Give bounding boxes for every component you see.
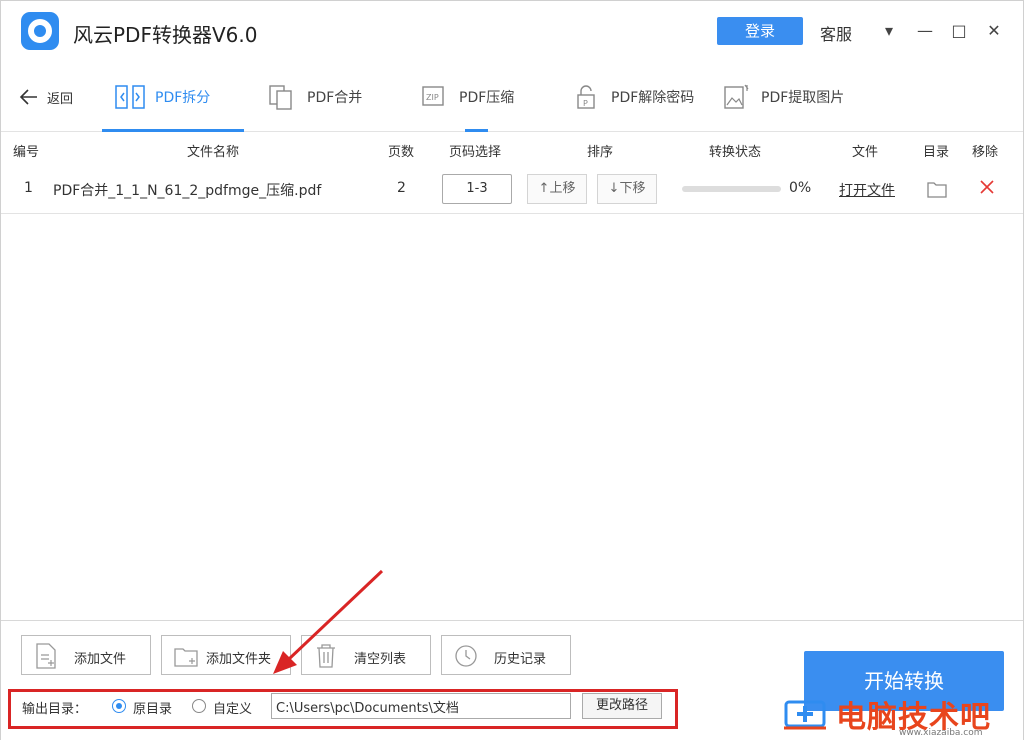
menu-dropdown-icon[interactable]: ▾	[879, 19, 899, 43]
add-folder-label: 添加文件夹	[206, 652, 272, 667]
col-page-range: 页码选择	[449, 145, 502, 160]
login-button[interactable]: 登录	[717, 17, 803, 45]
remove-icon[interactable]	[979, 179, 995, 195]
conversion-progress-bar	[682, 186, 781, 192]
title-bar: 风云PDF转换器V6.0 登录 客服 ▾ — □ ✕	[1, 1, 1023, 62]
app-title: 风云PDF转换器V6.0	[73, 23, 258, 47]
tab-label: PDF压缩	[459, 90, 515, 106]
trash-icon	[317, 644, 335, 668]
clear-list-button[interactable]: 清空列表	[301, 635, 431, 675]
arrow-left-icon	[19, 89, 37, 105]
col-remove: 移除	[972, 145, 999, 160]
radio-custom-directory[interactable]	[192, 699, 206, 713]
col-file: 文件	[852, 145, 879, 160]
open-file-link[interactable]: 打开文件	[839, 180, 895, 200]
move-down-button[interactable]: ↓下移	[597, 174, 657, 204]
tab-pdf-unlock[interactable]: P PDF解除密码	[571, 62, 694, 132]
unlock-icon: P	[577, 85, 595, 109]
tab-pdf-compress[interactable]: ZIP PDF压缩	[419, 62, 514, 132]
add-folder-icon	[174, 648, 198, 667]
add-file-label: 添加文件	[74, 652, 127, 667]
tab-label: PDF拆分	[155, 90, 211, 106]
tab-label: PDF合并	[307, 90, 363, 106]
table-row: 1 PDF合并_1_1_N_61_2_pdfmge_压缩.pdf 2 1-3 ↑…	[1, 164, 1023, 214]
output-path-input[interactable]	[271, 693, 571, 719]
tab-pdf-merge[interactable]: PDF合并	[267, 62, 362, 132]
radio-custom-label: 自定义	[213, 702, 253, 717]
zip-icon: ZIP	[422, 86, 444, 106]
col-index: 编号	[13, 145, 40, 160]
add-folder-button[interactable]: 添加文件夹	[161, 635, 291, 675]
output-directory-label: 输出目录：	[22, 702, 88, 717]
col-file-name: 文件名称	[187, 145, 240, 160]
image-icon	[724, 84, 749, 109]
add-file-button[interactable]: 添加文件	[21, 635, 151, 675]
progress-percent: 0%	[789, 180, 812, 196]
tab-label: PDF解除密码	[611, 90, 695, 106]
col-directory: 目录	[923, 145, 950, 160]
app-logo-icon	[21, 12, 59, 50]
tab-pdf-extract-images[interactable]: PDF提取图片	[721, 62, 844, 132]
svg-text:P: P	[583, 99, 588, 108]
app-window: 风云PDF转换器V6.0 登录 客服 ▾ — □ ✕ 返回 PDF拆分 PDF合…	[0, 0, 1024, 740]
tab-label: PDF提取图片	[761, 90, 845, 106]
tab-pdf-split[interactable]: PDF拆分	[115, 62, 210, 132]
row-file-name: PDF合并_1_1_N_61_2_pdfmge_压缩.pdf	[53, 183, 322, 199]
col-order: 排序	[587, 145, 614, 160]
minimize-icon[interactable]: —	[915, 19, 935, 43]
merge-icon	[269, 85, 292, 110]
page-range-input[interactable]: 1-3	[442, 174, 512, 204]
folder-icon[interactable]	[927, 180, 947, 198]
file-list-area	[1, 214, 1023, 620]
split-icon	[115, 85, 145, 109]
move-up-button[interactable]: ↑上移	[527, 174, 587, 204]
add-file-icon	[36, 643, 56, 669]
radio-original-label: 原目录	[133, 702, 173, 717]
watermark-logo-icon	[784, 700, 826, 730]
history-label: 历史记录	[494, 652, 547, 667]
clock-icon	[455, 645, 477, 667]
table-header: 编号 文件名称 页数 页码选择 排序 转换状态 文件 目录 移除	[1, 132, 1023, 164]
watermark-url: www.xiazaiba.com	[899, 728, 983, 738]
svg-text:ZIP: ZIP	[426, 93, 439, 102]
customer-service-link[interactable]: 客服	[820, 21, 852, 45]
col-pages: 页数	[388, 145, 415, 160]
back-label: 返回	[47, 91, 74, 107]
maximize-icon[interactable]: □	[949, 19, 969, 43]
function-toolbar: 返回 PDF拆分 PDF合并 ZIP PDF压缩 P PDF解除密码 PDF提取…	[1, 62, 1023, 132]
close-icon[interactable]: ✕	[984, 19, 1004, 43]
history-button[interactable]: 历史记录	[441, 635, 571, 675]
col-status: 转换状态	[709, 145, 762, 160]
row-index: 1	[24, 180, 33, 196]
radio-original-directory[interactable]	[112, 699, 126, 713]
clear-list-label: 清空列表	[354, 652, 407, 667]
back-button[interactable]: 返回	[19, 86, 73, 108]
change-path-button[interactable]: 更改路径	[582, 693, 662, 719]
row-pages: 2	[397, 180, 406, 196]
